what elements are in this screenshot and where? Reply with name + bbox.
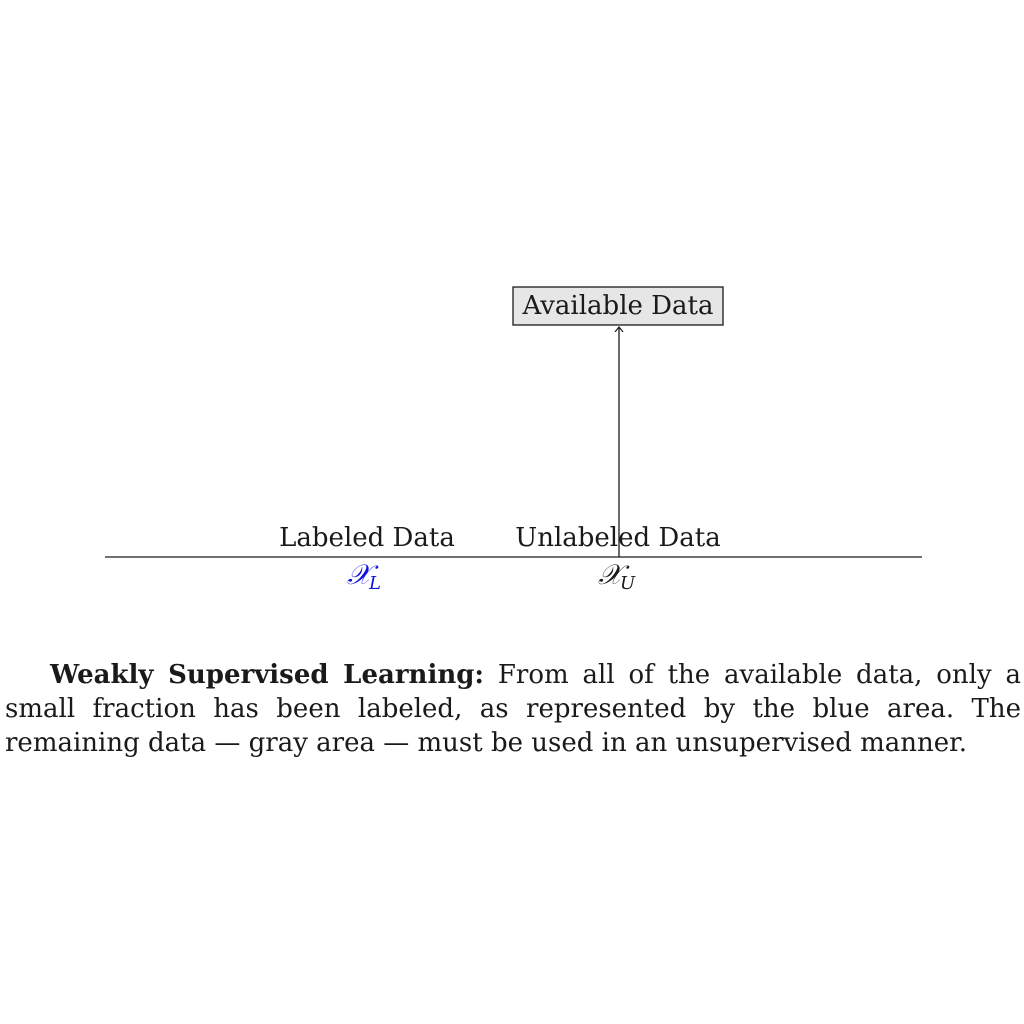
labeled-set-symbol: 𝒳 L	[347, 558, 381, 594]
caption-lead: Weakly Supervised Learning:	[50, 660, 485, 690]
labeled-set-subscript: L	[368, 573, 381, 594]
labeled-data-label: Labeled Data	[279, 523, 455, 553]
available-data-label: Available Data	[522, 291, 714, 321]
figure-caption: Weakly Supervised Learning: From all of …	[5, 658, 1021, 760]
data-split-diagram: Available Data Labeled Data Unlabeled Da…	[105, 286, 922, 594]
svg-text:𝒳 L: 𝒳 L	[347, 558, 381, 594]
svg-text:𝒳 U: 𝒳 U	[598, 558, 636, 594]
unlabeled-data-label: Unlabeled Data	[515, 523, 720, 553]
unlabeled-set-subscript: U	[620, 573, 636, 594]
available-data-node: Available Data	[512, 286, 724, 326]
unlabeled-set-symbol: 𝒳 U	[598, 558, 636, 594]
figure-page: Available Data Labeled Data Unlabeled Da…	[0, 0, 1024, 1024]
